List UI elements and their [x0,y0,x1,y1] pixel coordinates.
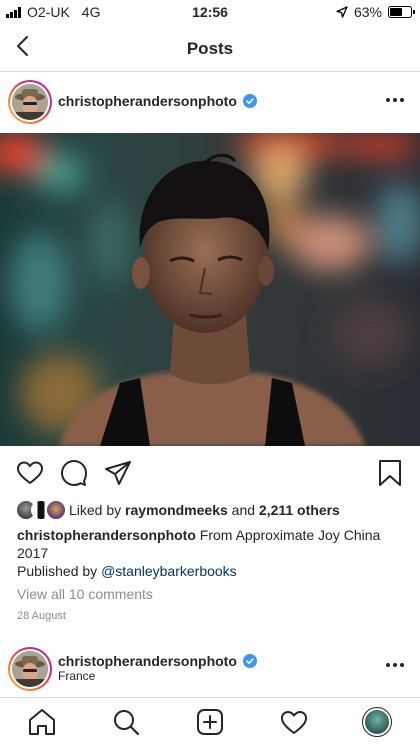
search-icon [114,710,140,736]
home-icon [29,709,55,735]
post-image[interactable] [0,133,420,446]
status-bar: O2-UK 4G 12:56 63% [0,0,420,24]
published-prefix: Published by [17,563,98,579]
tab-profile[interactable] [362,707,392,737]
plus-square-icon [197,709,223,735]
tab-bar [0,697,420,747]
verified-badge-icon [242,94,257,108]
liker-username[interactable]: raymondmeeks [125,502,228,518]
post-date: 28 August [17,610,66,622]
next-post-author: christopherandersonphoto [58,653,257,669]
profile-avatar [365,710,389,734]
heart-icon [281,711,307,734]
next-post-header: christopherandersonphoto France [0,645,420,695]
comment-button[interactable] [60,459,88,487]
more-horizontal-icon [386,98,390,102]
like-button[interactable] [16,459,44,487]
more-options-button[interactable] [382,657,408,673]
location-arrow-icon [336,6,348,18]
next-post-username[interactable]: christopherandersonphoto [58,653,237,669]
post-username[interactable]: christopherandersonphoto [58,93,237,109]
page-title: Posts [186,39,234,58]
post-header: christopherandersonphoto [0,78,420,128]
save-button[interactable] [376,459,404,487]
battery-percent: 63% [353,4,382,20]
avatar[interactable] [8,80,52,124]
tab-new-post[interactable] [195,707,225,737]
bookmark-icon [379,460,401,486]
tab-home[interactable] [27,707,57,737]
likes-prefix: Liked by [69,502,122,518]
avatar-image [12,651,48,687]
post-photo [0,133,420,446]
caption-username[interactable]: christopherandersonphoto [17,527,196,543]
next-post-location[interactable]: France [58,669,95,683]
published-handle-link[interactable]: @stanleybarkerbooks [101,563,237,579]
avatar-image [12,84,48,120]
verified-badge-icon [242,654,257,668]
likes-joiner: and [231,502,256,518]
view-comments-link[interactable]: View all 10 comments [17,586,153,602]
likes-others[interactable]: 2,211 others [259,502,340,518]
share-button[interactable] [104,459,132,487]
liker-avatar [46,500,66,520]
battery-icon [388,6,415,18]
post-caption: christopherandersonphoto From Approximat… [17,526,407,562]
nav-bar: Posts [0,24,420,72]
status-right: 63% [336,4,415,20]
published-by: Published by @stanleybarkerbooks [17,563,237,579]
heart-icon [17,461,43,484]
comment-icon [61,460,87,486]
likes-summary[interactable]: Liked by raymondmeeks and 2,211 others [16,500,340,520]
avatar[interactable] [8,647,52,691]
post-author: christopherandersonphoto [58,93,257,109]
post-actions [0,455,420,491]
liker-avatars [16,500,66,520]
more-options-button[interactable] [382,92,408,108]
tab-activity[interactable] [279,707,309,737]
paper-plane-icon [105,461,131,485]
more-horizontal-icon [386,663,390,667]
battery-fill [390,8,402,16]
tab-search[interactable] [111,707,141,737]
